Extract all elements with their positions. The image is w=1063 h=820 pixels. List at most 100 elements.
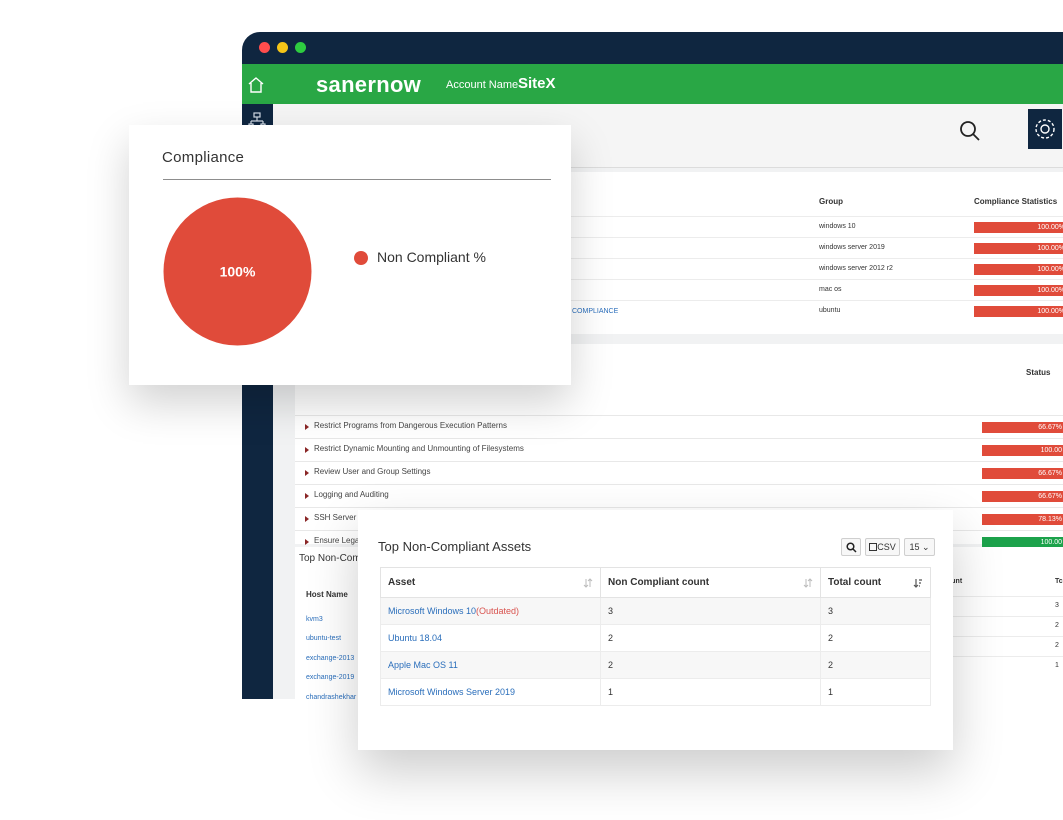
table-row[interactable]: Microsoft Windows 10(Outdated) 3 3 <box>380 597 931 625</box>
column-label: Asset <box>388 577 416 588</box>
total-count-cell: 3 <box>820 597 931 625</box>
host-link[interactable]: exchange-2013 <box>306 655 354 662</box>
non-compliant-count-cell: 2 <box>600 624 821 652</box>
count-value: 3 <box>1055 602 1059 609</box>
rule-row[interactable]: Logging and Auditing 66.67% <box>295 484 1063 507</box>
compliance-stat-bar: 100.00% <box>974 285 1063 296</box>
expand-caret-icon[interactable] <box>305 447 309 453</box>
rule-status-bar: 100.00 <box>982 445 1063 456</box>
group-name: ubuntu <box>819 307 841 314</box>
non-compliant-count-cell: 2 <box>600 651 821 679</box>
compliance-statistics-header[interactable]: Compliance Statistics <box>974 197 1057 217</box>
host-link[interactable]: chandrashekhar <box>306 694 356 699</box>
outdated-tag: (Outdated) <box>476 606 520 616</box>
total-header[interactable]: Tc <box>1055 578 1063 585</box>
compliance-pie-chart: 100% <box>163 197 312 346</box>
search-icon[interactable] <box>957 118 983 144</box>
rule-row[interactable]: Restrict Programs from Dangerous Executi… <box>295 415 1063 438</box>
column-label: Total count <box>828 577 882 588</box>
asset-link[interactable]: Ubuntu 18.04 <box>388 633 442 643</box>
csv-label: CSV <box>877 542 896 552</box>
total-count-header[interactable]: Total count <box>820 567 931 598</box>
rule-row[interactable]: Restrict Dynamic Mounting and Unmounting… <box>295 438 1063 461</box>
compliance-stat-bar: 100.00% <box>974 306 1063 317</box>
page-size-select[interactable]: 15 ⌄ <box>904 538 935 556</box>
expand-caret-icon[interactable] <box>305 516 309 522</box>
total-count-cell: 2 <box>820 651 931 679</box>
table-row[interactable]: Microsoft Windows Server 2019 1 1 <box>380 678 931 706</box>
rule-status-bar: 78.13% <box>982 514 1063 525</box>
legend-swatch <box>354 251 368 265</box>
settings-gear-icon[interactable] <box>1028 109 1062 149</box>
compliance-link[interactable]: COMPLIANCE <box>572 308 618 315</box>
compliance-stat-bar: 100.00% <box>974 222 1063 233</box>
asset-link[interactable]: Microsoft Windows 10 <box>388 606 476 616</box>
asset-link[interactable]: Apple Mac OS 11 <box>388 660 458 670</box>
group-name: mac os <box>819 286 842 293</box>
app-header: sanernow Account Name SiteX <box>242 64 1063 104</box>
rule-label: Restrict Programs from Dangerous Executi… <box>314 421 507 430</box>
total-count-cell: 1 <box>820 678 931 706</box>
asset-cell: Microsoft Windows 10(Outdated) <box>380 597 601 625</box>
rule-status-bar: 66.67% <box>982 491 1063 502</box>
total-count-cell: 2 <box>820 624 931 652</box>
pie-data-label: 100% <box>220 264 256 280</box>
host-link[interactable]: kvm3 <box>306 616 323 623</box>
top-noncompliant-assets-card: Top Non-Compliant Assets CSV 15 ⌄ Asset … <box>358 510 953 750</box>
column-label: Non Compliant count <box>608 577 710 588</box>
expand-caret-icon[interactable] <box>305 539 309 545</box>
assets-table: Asset Non Compliant count Total count Mi… <box>380 567 931 706</box>
host-name-header[interactable]: Host Name <box>306 590 348 599</box>
maximize-window-dot[interactable] <box>295 42 306 53</box>
rule-row[interactable]: Review User and Group Settings 66.67% <box>295 461 1063 484</box>
assets-card-title: Top Non-Compliant Assets <box>378 539 532 554</box>
brand-logo: sanernow <box>316 72 422 97</box>
search-icon <box>845 542 857 553</box>
sort-icon[interactable] <box>803 578 813 588</box>
csv-export-button[interactable]: CSV <box>865 538 900 556</box>
group-name: windows server 2012 r2 <box>819 265 893 272</box>
non-compliant-count-header[interactable]: Non Compliant count <box>600 567 821 598</box>
expand-caret-icon[interactable] <box>305 470 309 476</box>
status-column-header[interactable]: Status <box>1026 368 1050 377</box>
group-name: windows server 2019 <box>819 244 885 251</box>
account-name-value[interactable]: SiteX <box>518 75 556 92</box>
sort-descending-icon[interactable] <box>913 578 923 588</box>
group-name: windows 10 <box>819 223 856 230</box>
close-window-dot[interactable] <box>259 42 270 53</box>
non-compliant-count-cell: 1 <box>600 678 821 706</box>
group-column-header[interactable]: Group <box>819 197 843 217</box>
expand-caret-icon[interactable] <box>305 424 309 430</box>
title-divider <box>163 179 551 180</box>
rule-label: Logging and Auditing <box>314 490 389 499</box>
asset-link[interactable]: Microsoft Windows Server 2019 <box>388 687 515 697</box>
rule-status-bar: 66.67% <box>982 468 1063 479</box>
host-link[interactable]: ubuntu-test <box>306 635 341 642</box>
asset-column-header[interactable]: Asset <box>380 567 601 598</box>
count-value: 2 <box>1055 622 1059 629</box>
compliance-card: Compliance 100% Non Compliant % <box>129 125 571 385</box>
legend-label[interactable]: Non Compliant % <box>377 249 486 265</box>
minimize-window-dot[interactable] <box>277 42 288 53</box>
asset-cell: Ubuntu 18.04 <box>380 624 601 652</box>
sort-icon[interactable] <box>583 578 593 588</box>
non-compliant-count-cell: 3 <box>600 597 821 625</box>
count-value: 1 <box>1055 662 1059 669</box>
host-link[interactable]: exchange-2019 <box>306 674 354 681</box>
rule-label: Restrict Dynamic Mounting and Unmounting… <box>314 444 524 453</box>
compliance-stat-bar: 100.00% <box>974 264 1063 275</box>
count-value: 2 <box>1055 642 1059 649</box>
panel-title: Top Non-Com <box>299 553 361 564</box>
screenshot-stage: sanernow Account Name SiteX Group Compli… <box>0 0 1063 820</box>
rule-label: Review User and Group Settings <box>314 467 431 476</box>
table-row[interactable]: Apple Mac OS 11 2 2 <box>380 651 931 679</box>
table-row[interactable]: Ubuntu 18.04 2 2 <box>380 624 931 652</box>
compliance-title: Compliance <box>162 149 245 166</box>
chevron-down-icon: ⌄ <box>921 542 930 552</box>
asset-cell: Apple Mac OS 11 <box>380 651 601 679</box>
home-icon[interactable] <box>246 75 266 95</box>
asset-cell: Microsoft Windows Server 2019 <box>380 678 601 706</box>
expand-caret-icon[interactable] <box>305 493 309 499</box>
account-name-label: Account Name <box>446 79 519 91</box>
table-search-button[interactable] <box>841 538 861 556</box>
